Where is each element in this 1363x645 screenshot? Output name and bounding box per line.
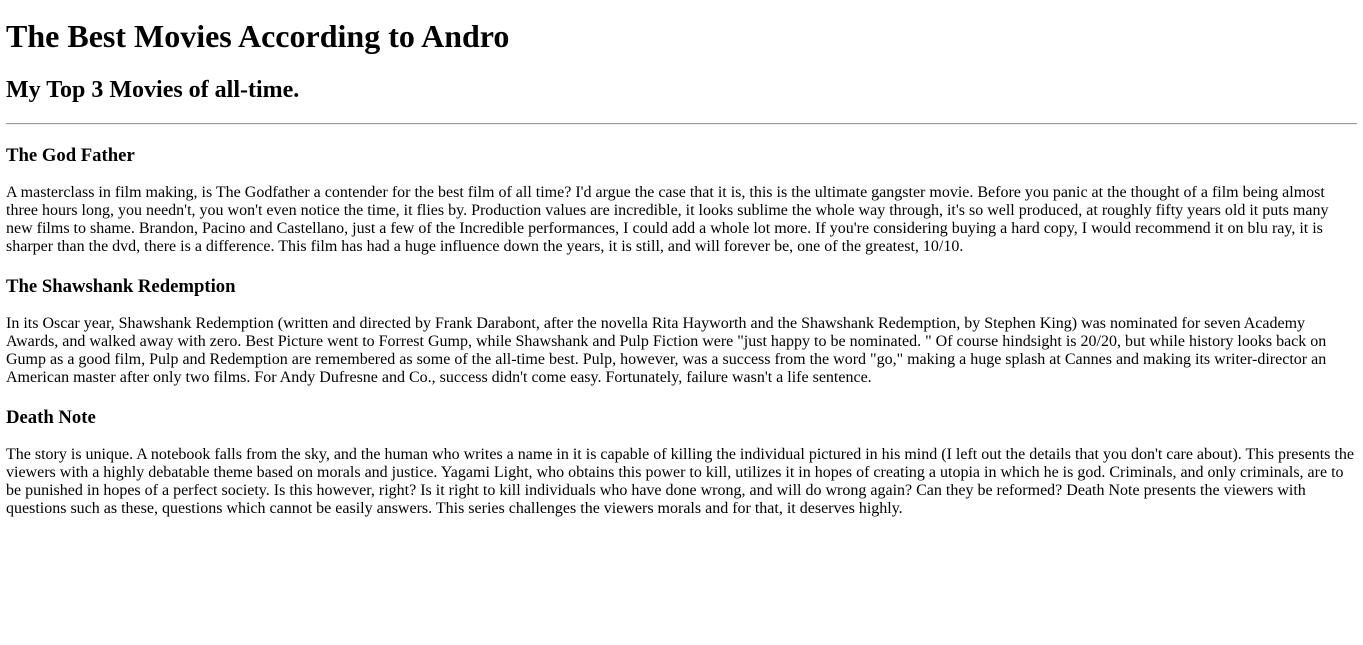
page-title: The Best Movies According to Andro xyxy=(6,18,510,54)
movie-review: A masterclass in film making, is The God… xyxy=(6,184,1329,255)
movie-death-note: Death Note The story is unique. A notebo… xyxy=(6,407,1357,518)
movie-title: Death Note xyxy=(6,407,96,428)
movie-title: The God Father xyxy=(6,145,135,166)
movie-godfather: The God Father A masterclass in film mak… xyxy=(6,145,1357,256)
page-subtitle: My Top 3 Movies of all-time. xyxy=(6,77,300,103)
movie-title: The Shawshank Redemption xyxy=(6,276,236,297)
divider xyxy=(6,123,1357,125)
movie-review: In its Oscar year, Shawshank Redemption … xyxy=(6,315,1327,386)
page: The Best Movies According to Andro My To… xyxy=(0,18,1363,518)
movie-shawshank: The Shawshank Redemption In its Oscar ye… xyxy=(6,276,1357,387)
movie-review: The story is unique. A notebook falls fr… xyxy=(6,446,1354,517)
